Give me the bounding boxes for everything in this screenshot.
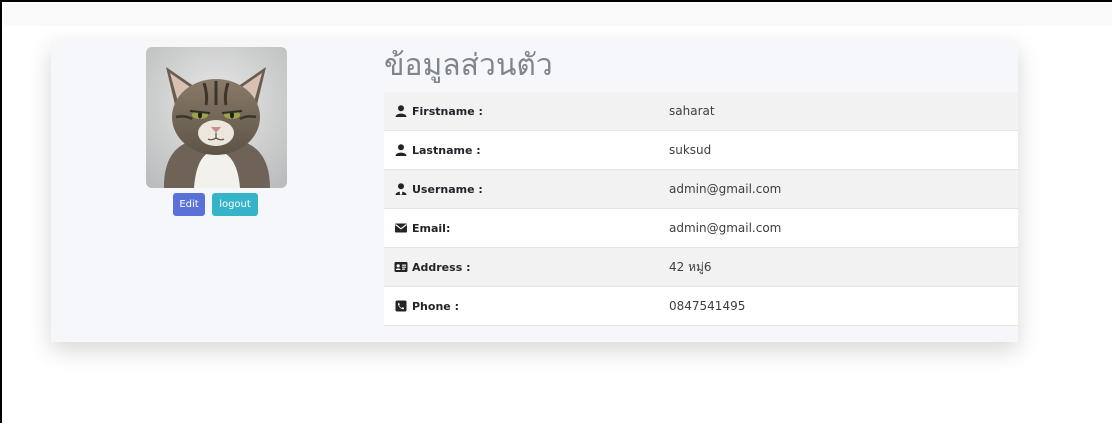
firstname-label: Firstname : xyxy=(412,104,483,118)
edit-button[interactable]: Edit xyxy=(173,193,205,216)
field-label: Phone : xyxy=(394,287,459,325)
table-row: Lastname : suksud xyxy=(384,131,1018,170)
top-band xyxy=(4,4,1112,26)
table-row: Address : 42 หมู่6 xyxy=(384,248,1018,287)
field-label: Username : xyxy=(394,170,483,208)
email-value: admin@gmail.com xyxy=(669,221,782,235)
field-label: Email: xyxy=(394,209,450,247)
phone-value: 0847541495 xyxy=(669,299,746,313)
user-icon xyxy=(395,144,407,156)
phone-square-icon xyxy=(395,300,407,312)
table-row: Phone : 0847541495 xyxy=(384,287,1018,326)
lastname-label: Lastname : xyxy=(412,143,481,157)
address-label: Address : xyxy=(412,260,471,274)
profile-table: Firstname : saharat Lastname : suksud Us… xyxy=(384,92,1018,326)
firstname-value: saharat xyxy=(669,104,715,118)
address-card-icon xyxy=(394,262,408,272)
username-label: Username : xyxy=(412,182,483,196)
address-value: 42 หมู่6 xyxy=(669,259,712,274)
logout-button[interactable]: logout xyxy=(212,193,258,216)
table-row: Firstname : saharat xyxy=(384,92,1018,131)
envelope-icon xyxy=(395,223,407,233)
page-frame: Edit logout ข้อมูลส่วนตัว Firstname : sa… xyxy=(0,0,1112,423)
page-title: ข้อมูลส่วนตัว xyxy=(384,48,553,83)
email-label: Email: xyxy=(412,221,451,235)
table-row: Email: admin@gmail.com xyxy=(384,209,1018,248)
field-label: Firstname : xyxy=(394,92,483,130)
phone-label: Phone : xyxy=(412,299,459,313)
user-tie-icon xyxy=(395,183,407,195)
cat-photo-icon xyxy=(146,47,287,188)
profile-card: Edit logout ข้อมูลส่วนตัว Firstname : sa… xyxy=(51,41,1018,342)
field-label: Address : xyxy=(394,248,470,286)
user-icon xyxy=(395,105,407,117)
lastname-value: suksud xyxy=(669,143,712,157)
avatar xyxy=(146,47,287,188)
username-value: admin@gmail.com xyxy=(669,182,782,196)
table-row: Username : admin@gmail.com xyxy=(384,170,1018,209)
field-label: Lastname : xyxy=(394,131,481,169)
